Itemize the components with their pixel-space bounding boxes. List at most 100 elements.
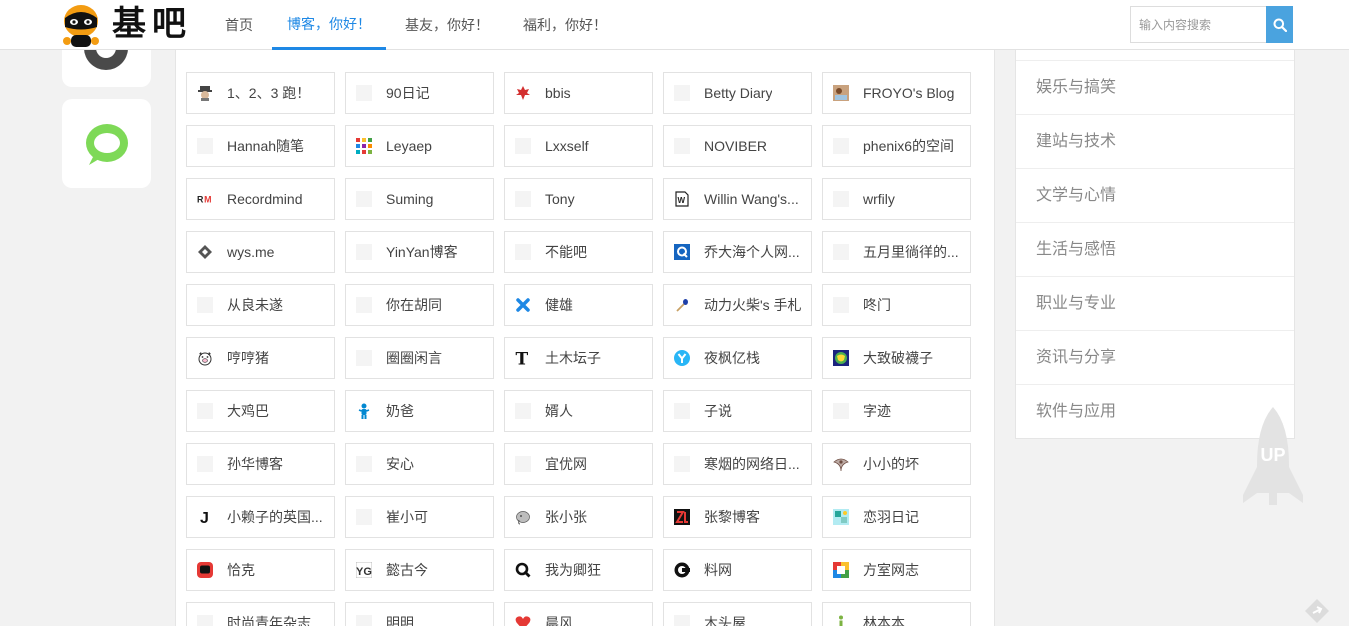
blog-link-item[interactable]: 你在胡同 — [345, 284, 494, 326]
blog-link-item[interactable]: bbis — [504, 72, 653, 114]
blog-link-item[interactable]: 从良未遂 — [186, 284, 335, 326]
blog-link-item[interactable]: 晨风 — [504, 602, 653, 626]
blog-link-item[interactable]: 宜优网 — [504, 443, 653, 485]
blog-link-item[interactable]: 夜枫亿栈 — [663, 337, 812, 379]
blog-link-item[interactable]: 安心 — [345, 443, 494, 485]
blog-link-item[interactable]: 咚门 — [822, 284, 971, 326]
blog-link-item[interactable]: J 小赖子的英国... — [186, 496, 335, 538]
blog-link-item[interactable]: Leyaep — [345, 125, 494, 167]
corner-widget-icon[interactable] — [1304, 598, 1330, 624]
x-blue-icon — [515, 297, 531, 313]
blog-link-item[interactable]: 张黎博客 — [663, 496, 812, 538]
blog-link-item[interactable]: 林本本 — [822, 602, 971, 626]
blog-link-item[interactable]: Betty Diary — [663, 72, 812, 114]
blank-favicon-icon — [356, 191, 372, 207]
blog-link-item[interactable]: 张小张 — [504, 496, 653, 538]
blog-link-item[interactable]: 子说 — [663, 390, 812, 432]
blog-link-item[interactable]: 崔小可 — [345, 496, 494, 538]
blank-favicon-icon — [833, 297, 849, 313]
yg-logo-icon: YG — [356, 562, 372, 578]
blog-link-item[interactable]: NOVIBER — [663, 125, 812, 167]
blog-link-item[interactable]: 动力火柴's 手札 — [663, 284, 812, 326]
blog-link-item[interactable]: wrfily — [822, 178, 971, 220]
y-circle-icon — [674, 350, 690, 366]
blog-link-item[interactable]: 寒烟的网络日... — [663, 443, 812, 485]
blog-link-item[interactable]: FROYO's Blog — [822, 72, 971, 114]
blog-link-item[interactable]: 90日记 — [345, 72, 494, 114]
blank-favicon-icon — [674, 403, 690, 419]
nav-blog[interactable]: 博客，你好！ — [272, 0, 386, 50]
blog-link-item[interactable]: 大致破襪子 — [822, 337, 971, 379]
category-life[interactable]: 生活与感悟 — [1016, 222, 1294, 276]
blank-favicon-icon — [515, 191, 531, 207]
blog-link-label: 1、2、3 跑！ — [227, 85, 311, 101]
blog-link-label: Leyaep — [386, 138, 432, 154]
blog-link-item[interactable]: 小小的坏 — [822, 443, 971, 485]
category-webdev[interactable]: 建站与技术 — [1016, 114, 1294, 168]
blog-link-label: Lxxself — [545, 138, 589, 154]
blog-link-item[interactable]: 恰克 — [186, 549, 335, 591]
blog-link-item[interactable]: 1、2、3 跑！ — [186, 72, 335, 114]
blog-link-item[interactable]: 木头屋 — [663, 602, 812, 626]
category-literature[interactable]: 文学与心情 — [1016, 168, 1294, 222]
nav-welfare[interactable]: 福利，你好！ — [508, 0, 622, 50]
blog-link-item[interactable]: W Willin Wang's... — [663, 178, 812, 220]
blog-link-item[interactable]: 五月里徜徉的... — [822, 231, 971, 273]
category-entertainment[interactable]: 娱乐与搞笑 — [1016, 60, 1294, 114]
blog-link-label: bbis — [545, 85, 571, 101]
blog-link-item[interactable]: 大鸡巴 — [186, 390, 335, 432]
blog-link-item[interactable]: phenix6的空间 — [822, 125, 971, 167]
blog-link-item[interactable]: R M Recordmind — [186, 178, 335, 220]
blog-link-item[interactable]: YinYan博客 — [345, 231, 494, 273]
j-letter-icon: J — [197, 509, 213, 525]
blog-link-item[interactable]: 不能吧 — [504, 231, 653, 273]
blog-link-label: 健雄 — [545, 297, 573, 313]
category-career[interactable]: 职业与专业 — [1016, 276, 1294, 330]
blog-link-item[interactable]: 时尚青年杂志 — [186, 602, 335, 626]
blog-link-item[interactable]: 我为卿狂 — [504, 549, 653, 591]
blog-link-item[interactable]: 孙华博客 — [186, 443, 335, 485]
blog-link-item[interactable]: 乔大海个人网... — [663, 231, 812, 273]
blog-link-item[interactable]: wys.me — [186, 231, 335, 273]
site-logo[interactable]: 基吧 — [60, 0, 200, 50]
person-icon — [356, 403, 372, 419]
blank-favicon-icon — [356, 456, 372, 472]
search-button[interactable] — [1266, 6, 1293, 43]
blog-link-label: Recordmind — [227, 191, 303, 207]
nav-friends[interactable]: 基友，你好！ — [390, 0, 504, 50]
blog-link-label: 字迹 — [863, 403, 891, 419]
search-input[interactable] — [1130, 6, 1266, 43]
rm-logo-icon: RM — [197, 191, 213, 207]
floating-chat-card[interactable] — [62, 99, 151, 188]
blog-link-label: 明明 — [386, 615, 414, 626]
blog-link-item[interactable]: 恋羽日记 — [822, 496, 971, 538]
blog-link-item[interactable]: Hannah随笔 — [186, 125, 335, 167]
blog-link-item[interactable]: 圈圈闲言 — [345, 337, 494, 379]
q-black-icon — [515, 562, 531, 578]
blog-link-label: 木头屋 — [704, 615, 746, 626]
blog-link-label: wys.me — [227, 244, 275, 260]
blog-link-label: 张黎博客 — [704, 509, 760, 525]
blog-link-item[interactable]: 哼哼猪 — [186, 337, 335, 379]
blank-favicon-icon — [197, 615, 213, 626]
blog-link-item[interactable]: 明明 — [345, 602, 494, 626]
blog-link-item[interactable]: YG 懿古今 — [345, 549, 494, 591]
blog-link-item[interactable]: 字迹 — [822, 390, 971, 432]
blog-link-item[interactable]: Suming — [345, 178, 494, 220]
main-nav: 首页 博客，你好！ 基友，你好！ 福利，你好！ — [210, 0, 626, 50]
blog-link-label: 土木坛子 — [545, 350, 601, 366]
blog-link-item[interactable]: 料网 — [663, 549, 812, 591]
blog-link-item[interactable]: 方室网志 — [822, 549, 971, 591]
maple-leaf-icon — [515, 85, 531, 101]
back-to-top-button[interactable]: UP — [1241, 405, 1305, 507]
blog-link-item[interactable]: T 土木坛子 — [504, 337, 653, 379]
blog-link-item[interactable]: Lxxself — [504, 125, 653, 167]
blog-link-item[interactable]: 健雄 — [504, 284, 653, 326]
blog-link-label: Willin Wang's... — [704, 191, 799, 207]
blog-link-item[interactable]: 婿人 — [504, 390, 653, 432]
blog-link-item[interactable]: Tony — [504, 178, 653, 220]
nav-home[interactable]: 首页 — [210, 0, 268, 50]
blog-link-item[interactable]: 奶爸 — [345, 390, 494, 432]
category-news[interactable]: 资讯与分享 — [1016, 330, 1294, 384]
blog-link-label: YinYan博客 — [386, 244, 458, 260]
